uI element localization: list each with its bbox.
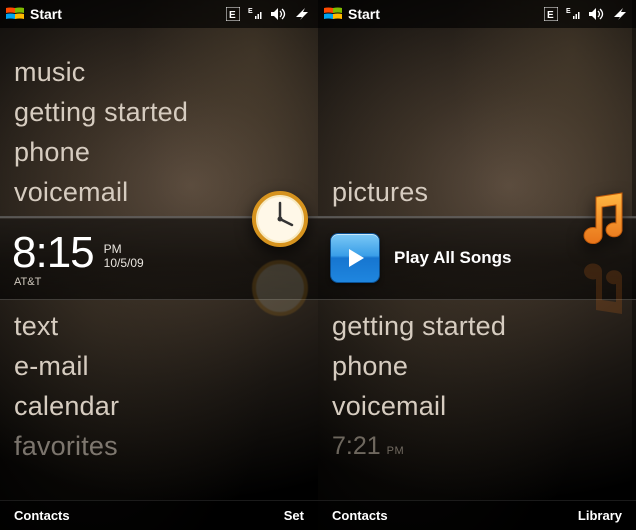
start-button[interactable]: Start bbox=[324, 6, 380, 22]
start-label: Start bbox=[348, 6, 380, 22]
tile-clock-preview[interactable]: 7:21 PM bbox=[318, 432, 636, 461]
speaker-icon bbox=[270, 7, 286, 21]
preview-ampm: PM bbox=[387, 445, 405, 457]
music-note-icon bbox=[578, 191, 630, 252]
tile-music[interactable]: music bbox=[0, 52, 318, 92]
svg-text:E: E bbox=[566, 8, 571, 15]
play-icon bbox=[343, 246, 367, 270]
tile-phone[interactable]: phone bbox=[0, 132, 318, 172]
tile-voicemail[interactable]: voicemail bbox=[318, 386, 636, 426]
signal-icon: E bbox=[248, 7, 262, 21]
windows-icon bbox=[6, 7, 24, 21]
clock-date: 10/5/09 bbox=[104, 256, 144, 270]
tiles-below: text e-mail calendar favorites bbox=[0, 300, 318, 466]
tile-favorites[interactable]: favorites bbox=[0, 426, 318, 466]
network-e-icon: E bbox=[226, 7, 240, 21]
clock-icon bbox=[252, 191, 308, 252]
carrier-label: AT&T bbox=[12, 276, 41, 288]
windows-icon bbox=[324, 7, 342, 21]
signal-icon: E bbox=[566, 7, 580, 21]
home-screen-clock: Start E E music getting started phone vo… bbox=[0, 0, 318, 530]
music-note-reflection bbox=[578, 255, 630, 316]
softkey-left[interactable]: Contacts bbox=[332, 508, 388, 523]
clock-ampm: PM bbox=[104, 242, 144, 256]
clock-icon-reflection bbox=[252, 255, 308, 316]
speaker-icon bbox=[588, 7, 604, 21]
softkey-right[interactable]: Library bbox=[578, 508, 622, 523]
home-screen-music: Start E E pictures bbox=[318, 0, 636, 530]
svg-text:E: E bbox=[547, 10, 554, 21]
network-e-icon: E bbox=[544, 7, 558, 21]
music-tile[interactable]: Play All Songs bbox=[318, 216, 636, 300]
start-label: Start bbox=[30, 6, 62, 22]
tiles-below: getting started phone voicemail 7:21 PM bbox=[318, 300, 636, 461]
preview-time: 7:21 bbox=[332, 432, 381, 461]
tile-phone[interactable]: phone bbox=[318, 346, 636, 386]
clock-time: 8:15 bbox=[12, 228, 94, 278]
statusbar: Start E E bbox=[318, 0, 636, 28]
play-all-label: Play All Songs bbox=[394, 248, 511, 268]
statusbar: Start E E bbox=[0, 0, 318, 28]
softkey-bar: Contacts Set bbox=[0, 500, 318, 530]
softkey-bar: Contacts Library bbox=[318, 500, 636, 530]
tile-getting-started[interactable]: getting started bbox=[0, 92, 318, 132]
start-button[interactable]: Start bbox=[6, 6, 62, 22]
charging-icon bbox=[612, 7, 630, 21]
softkey-right[interactable]: Set bbox=[284, 508, 304, 523]
play-button[interactable] bbox=[330, 233, 380, 283]
clock-tile[interactable]: 8:15 PM 10/5/09 AT&T bbox=[0, 216, 318, 300]
svg-text:E: E bbox=[229, 10, 236, 21]
softkey-left[interactable]: Contacts bbox=[14, 508, 70, 523]
tiles-above: pictures bbox=[318, 28, 636, 212]
tile-calendar[interactable]: calendar bbox=[0, 386, 318, 426]
tile-email[interactable]: e-mail bbox=[0, 346, 318, 386]
charging-icon bbox=[294, 7, 312, 21]
svg-text:E: E bbox=[248, 8, 253, 15]
tiles-above: music getting started phone voicemail bbox=[0, 28, 318, 212]
